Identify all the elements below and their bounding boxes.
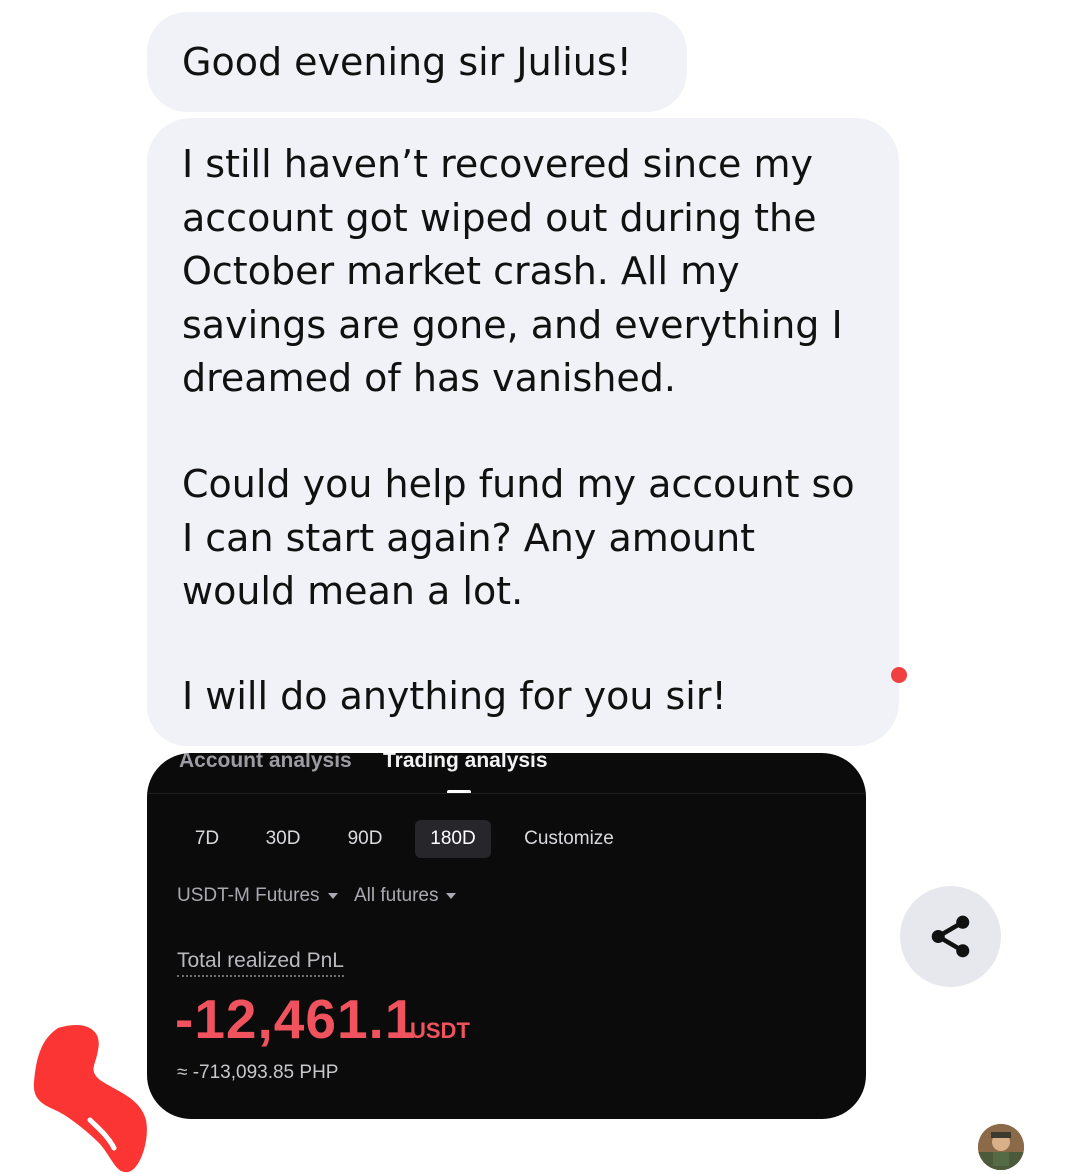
filter-usdt-m-futures: USDT-M Futures	[177, 885, 338, 907]
period-7d: 7D	[194, 828, 220, 849]
tab-trading-analysis: Trading analysis	[383, 753, 548, 772]
share-icon	[931, 915, 970, 958]
caret-down-icon	[327, 892, 338, 899]
message-paragraph-2: Could you help fund my account so I can …	[182, 462, 855, 613]
unread-indicator-dot	[891, 667, 907, 683]
period-90d: 90D	[347, 828, 383, 849]
message-bubble-request[interactable]: I still haven’t recovered since my accou…	[147, 118, 899, 746]
filter-all-futures: All futures	[354, 885, 457, 907]
pnl-label: Total realized PnL	[177, 949, 344, 977]
share-button[interactable]	[900, 886, 1001, 987]
period-30d: 30D	[265, 828, 301, 849]
pnl-unit: USDT	[410, 1018, 470, 1043]
tab-divider	[147, 793, 866, 794]
pnl-php-equivalent: ≈ -713,093.85 PHP	[177, 1062, 339, 1083]
shared-screenshot-image[interactable]: Account analysis Trading analysis 7D 30D…	[147, 753, 866, 1119]
message-bubble-greeting[interactable]: Good evening sir Julius!	[147, 12, 687, 112]
message-paragraph-1: I still haven’t recovered since my accou…	[182, 142, 843, 400]
message-text: Good evening sir Julius!	[182, 40, 632, 84]
avatar-image	[978, 1124, 1024, 1170]
message-paragraph-3: I will do anything for you sir!	[182, 674, 727, 718]
caret-down-icon	[446, 892, 457, 899]
red-redaction-scribble	[33, 1024, 147, 1173]
filter-label: USDT-M Futures	[177, 885, 320, 906]
tab-account-analysis: Account analysis	[179, 753, 352, 772]
filter-label: All futures	[354, 885, 439, 906]
period-180d: 180D	[415, 820, 491, 858]
period-customize: Customize	[524, 828, 614, 849]
avatar[interactable]	[978, 1124, 1024, 1170]
pnl-value: -12,461.1	[175, 988, 417, 1050]
